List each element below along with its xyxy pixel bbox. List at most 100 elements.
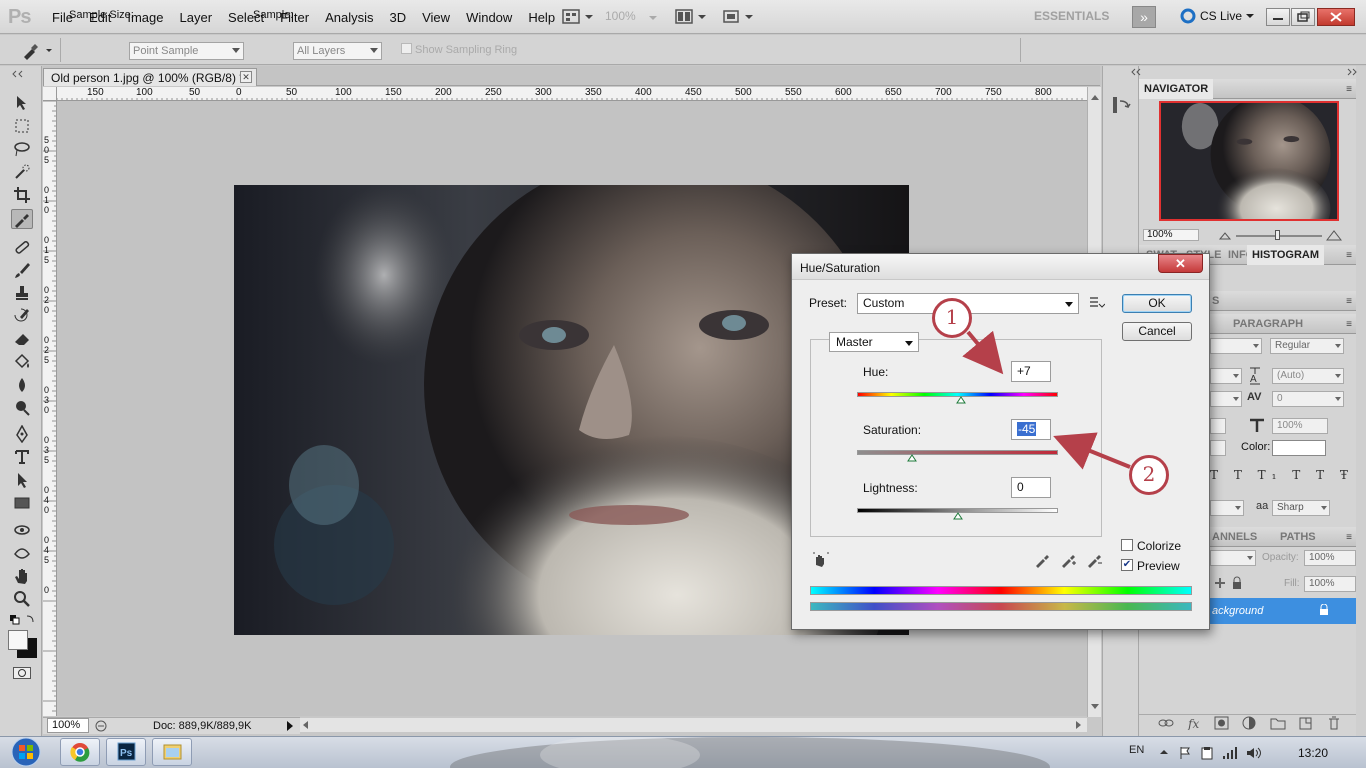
add-to-sample-eyedropper-icon[interactable]	[1060, 552, 1076, 568]
tracking-field[interactable]: 0	[1272, 391, 1344, 407]
subtract-from-sample-eyedropper-icon[interactable]	[1086, 552, 1102, 568]
menu-view[interactable]: View	[414, 10, 458, 25]
paint-bucket-tool-icon[interactable]	[11, 352, 33, 372]
fill-field[interactable]: 100%	[1304, 576, 1356, 592]
add-mask-icon[interactable]	[1214, 716, 1230, 730]
status-zoom-field[interactable]: 100%	[47, 718, 89, 733]
tab-paths[interactable]: PATHS	[1275, 527, 1321, 547]
on-image-adjustment-icon[interactable]	[812, 551, 830, 569]
new-layer-icon[interactable]	[1298, 716, 1314, 730]
clone-stamp-tool-icon[interactable]	[11, 283, 33, 303]
workspace-essentials[interactable]: ESSENTIALS	[1034, 9, 1109, 23]
taskbar-photoshop[interactable]: Ps	[106, 738, 146, 766]
rectangle-tool-icon[interactable]	[11, 493, 33, 513]
panel-menu-icon[interactable]: ≡	[1346, 532, 1352, 543]
menu-3d[interactable]: 3D	[381, 10, 414, 25]
zoom-tool-icon[interactable]	[11, 589, 33, 609]
leading-field[interactable]: (Auto)	[1272, 368, 1344, 384]
clipboard-icon[interactable]	[1200, 746, 1214, 760]
lasso-tool-icon[interactable]	[11, 139, 33, 159]
foreground-color-swatch[interactable]	[8, 630, 28, 650]
zoom-in-icon[interactable]	[1326, 229, 1342, 241]
blend-mode-field[interactable]	[1210, 550, 1256, 566]
history-panel-icon[interactable]	[1110, 94, 1132, 116]
menu-help[interactable]: Help	[520, 10, 563, 25]
taskbar-file-explorer[interactable]	[152, 738, 192, 766]
opacity-field[interactable]: 100%	[1304, 550, 1356, 566]
language-field[interactable]	[1210, 500, 1244, 516]
path-selection-tool-icon[interactable]	[11, 470, 33, 490]
text-color-swatch[interactable]	[1272, 440, 1326, 456]
new-group-icon[interactable]	[1270, 716, 1286, 730]
horizontal-scrollbar[interactable]	[300, 718, 1087, 732]
healing-brush-tool-icon[interactable]	[11, 237, 33, 257]
zoom-out-icon[interactable]	[1218, 229, 1232, 241]
menu-analysis[interactable]: Analysis	[317, 10, 381, 25]
dock-collapse-icon[interactable]	[1128, 68, 1142, 76]
navigator-zoom-field[interactable]: 100%	[1143, 229, 1199, 241]
quick-selection-tool-icon[interactable]	[11, 162, 33, 182]
colorize-checkbox[interactable]	[1121, 539, 1133, 551]
eyedropper-icon[interactable]	[1034, 552, 1050, 568]
kerning-field[interactable]	[1210, 391, 1242, 407]
quick-mask-icon[interactable]	[13, 667, 31, 679]
hand-tool-icon[interactable]	[11, 566, 33, 586]
history-brush-tool-icon[interactable]	[11, 306, 33, 326]
text-style-buttons[interactable]: T T T₁ T T Ŧ	[1210, 468, 1354, 482]
move-tool-icon[interactable]	[11, 93, 33, 113]
sample-select[interactable]: All Layers	[293, 42, 382, 60]
minimize-button[interactable]	[1266, 8, 1290, 26]
tray-expand-icon[interactable]	[1158, 746, 1170, 760]
zoom-dropdown-icon[interactable]	[648, 8, 658, 26]
close-icon[interactable]: ✕	[240, 71, 252, 83]
horizontal-scale-field[interactable]: 100%	[1272, 418, 1328, 434]
layer-style-icon[interactable]: fx	[1186, 716, 1202, 730]
action-center-flag-icon[interactable]	[1178, 746, 1192, 760]
lightness-slider-thumb[interactable]	[952, 512, 963, 520]
restore-button[interactable]	[1291, 8, 1315, 26]
eyedropper-icon[interactable]	[20, 40, 54, 60]
dodge-tool-icon[interactable]	[11, 398, 33, 418]
eraser-tool-icon[interactable]	[11, 329, 33, 349]
adjustment-layer-icon[interactable]	[1242, 716, 1258, 730]
launch-bridge-icon[interactable]	[562, 8, 594, 26]
font-family-field[interactable]	[1210, 338, 1262, 354]
tray-clock[interactable]: 13:20	[1298, 746, 1328, 760]
eyedropper-tool-icon[interactable]	[11, 209, 33, 229]
sample-size-select[interactable]: Point Sample	[129, 42, 244, 60]
tab-navigator[interactable]: NAVIGATOR	[1139, 79, 1214, 99]
menu-window[interactable]: Window	[458, 10, 520, 25]
font-style-field[interactable]: Regular	[1270, 338, 1344, 354]
pen-tool-icon[interactable]	[11, 424, 33, 444]
panel-menu-icon[interactable]: ≡	[1346, 250, 1352, 261]
close-window-button[interactable]	[1317, 8, 1355, 26]
network-signal-icon[interactable]	[1222, 746, 1238, 760]
show-sampling-ring-checkbox[interactable]	[401, 43, 412, 54]
baseline-shift-field[interactable]	[1210, 440, 1226, 456]
toolbox-collapse-icon[interactable]	[8, 70, 36, 78]
volume-icon[interactable]	[1246, 746, 1262, 760]
font-size-field[interactable]	[1210, 368, 1242, 384]
tab-paragraph[interactable]: PARAGRAPH	[1228, 314, 1308, 334]
status-info-icon[interactable]	[94, 719, 108, 733]
menu-layer[interactable]: Layer	[172, 10, 221, 25]
dock-scrollbar[interactable]	[1356, 66, 1366, 736]
3d-orbit-tool-icon[interactable]	[11, 543, 33, 563]
marquee-tool-icon[interactable]	[11, 116, 33, 136]
3d-rotate-tool-icon[interactable]	[11, 520, 33, 540]
antialias-field[interactable]: Sharp	[1272, 500, 1330, 516]
crop-tool-icon[interactable]	[11, 185, 33, 205]
screen-mode-icon[interactable]	[722, 8, 754, 26]
tray-language[interactable]: EN	[1129, 744, 1144, 756]
preview-checkbox[interactable]: ✔	[1121, 559, 1133, 571]
taskbar-chrome[interactable]	[60, 738, 100, 766]
workspace-more-icon[interactable]: »	[1132, 6, 1156, 28]
ruler-origin[interactable]	[43, 87, 57, 101]
default-colors-icon[interactable]	[9, 613, 37, 625]
link-layers-icon[interactable]	[1158, 716, 1174, 730]
horizontal-ruler[interactable]: 150 100 50 0 50 100 150 200 250 300 350 …	[57, 87, 1087, 101]
zoom-level-readout[interactable]: 100%	[605, 9, 636, 23]
navigator-zoom-thumb[interactable]	[1275, 230, 1280, 240]
lock-pixels-icon[interactable]	[1214, 576, 1246, 590]
tab-histogram[interactable]: HISTOGRAM	[1247, 245, 1325, 265]
